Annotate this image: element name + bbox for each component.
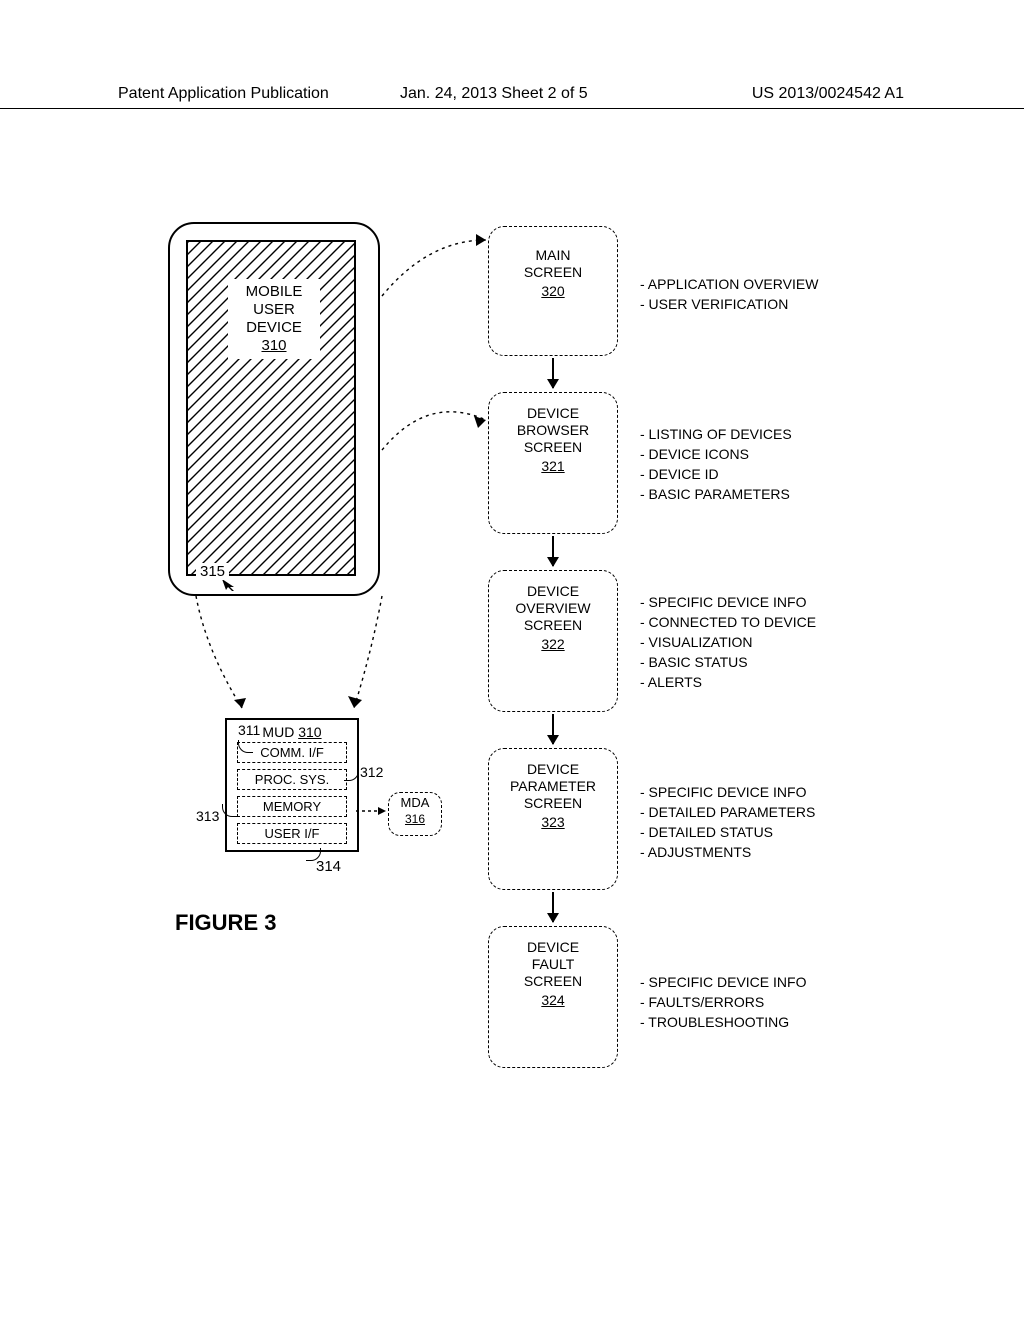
callout-to-main-screen (378, 230, 498, 310)
mud-num-311: 311 (238, 722, 260, 738)
screen-l2: BROWSER (517, 422, 589, 438)
header-right: US 2013/0024542 A1 (752, 85, 904, 103)
screen-ref: 324 (489, 992, 617, 1009)
note-item: - ADJUSTMENTS (640, 842, 815, 862)
notes-main-screen: - APPLICATION OVERVIEW - USER VERIFICATI… (640, 274, 818, 314)
mobile-label-l1: MOBILE (246, 283, 303, 300)
flow-arrow-icon (552, 358, 554, 388)
note-item: - DEVICE ICONS (640, 444, 792, 464)
mobile-ref: 310 (261, 337, 286, 354)
mda-ref: 316 (405, 812, 425, 826)
mud-num-312: 312 (360, 764, 383, 780)
mobile-label-l3: DEVICE (246, 319, 302, 336)
mud-row-comm: COMM. I/F (237, 742, 347, 763)
notes-fault-screen: - SPECIFIC DEVICE INFO - FAULTS/ERRORS -… (640, 972, 806, 1032)
screen-l2: PARAMETER (510, 778, 596, 794)
screen-l1: DEVICE (527, 761, 579, 777)
note-item: - DEVICE ID (640, 464, 792, 484)
note-item: - DETAILED STATUS (640, 822, 815, 842)
mud-num-313: 313 (196, 808, 219, 824)
browser-screen-box: DEVICE BROWSER SCREEN 321 (488, 392, 618, 534)
header-mid: Jan. 24, 2013 Sheet 2 of 5 (400, 85, 588, 103)
screen-l1: DEVICE (527, 405, 579, 421)
patent-figure-page: Patent Application Publication Jan. 24, … (0, 0, 1024, 1320)
mud-title-ref: 310 (298, 724, 321, 740)
screen-ref: 323 (489, 814, 617, 831)
note-item: - VISUALIZATION (640, 632, 816, 652)
screen-l1: MAIN (536, 247, 571, 263)
mobile-device-label: MOBILE USER DEVICE 310 (228, 279, 320, 359)
flow-arrow-icon (552, 892, 554, 922)
callout-line-right (286, 590, 426, 720)
overview-screen-box: DEVICE OVERVIEW SCREEN 322 (488, 570, 618, 712)
connector-mda (356, 806, 392, 816)
mud-row-proc: PROC. SYS. (237, 769, 347, 790)
screen-ref: 322 (489, 636, 617, 653)
mud-row-memory: MEMORY (237, 796, 347, 817)
screen-l3: SCREEN (524, 617, 582, 633)
screen-l2: SCREEN (524, 264, 582, 280)
mda-block: MDA 316 (388, 792, 442, 836)
flow-arrow-icon (552, 714, 554, 744)
note-item: - SPECIFIC DEVICE INFO (640, 592, 816, 612)
note-item: - CONNECTED TO DEVICE (640, 612, 816, 632)
notes-parameter-screen: - SPECIFIC DEVICE INFO - DETAILED PARAME… (640, 782, 815, 862)
screen-l1: DEVICE (527, 939, 579, 955)
note-item: - FAULTS/ERRORS (640, 992, 806, 1012)
screen-ref: 320 (489, 283, 617, 300)
mud-num-314: 314 (316, 858, 341, 875)
note-item: - TROUBLESHOOTING (640, 1012, 806, 1032)
screen-l2: FAULT (532, 956, 575, 972)
screen-l3: SCREEN (524, 439, 582, 455)
mobile-device-outline: MOBILE USER DEVICE 310 315 (168, 222, 380, 596)
parameter-screen-box: DEVICE PARAMETER SCREEN 323 (488, 748, 618, 890)
screen-l3: SCREEN (524, 973, 582, 989)
note-item: - ALERTS (640, 672, 816, 692)
note-item: - USER VERIFICATION (640, 294, 818, 314)
mobile-pointer-ref: 315 (196, 563, 229, 580)
callout-to-browser-screen (378, 380, 498, 460)
flow-arrow-icon (552, 536, 554, 566)
header-left: Patent Application Publication (118, 85, 329, 103)
mobile-label-l2: USER (253, 301, 295, 318)
mud-title-text: MUD (262, 724, 294, 740)
note-item: - BASIC STATUS (640, 652, 816, 672)
fault-screen-box: DEVICE FAULT SCREEN 324 (488, 926, 618, 1068)
main-screen-box: MAIN SCREEN 320 (488, 226, 618, 356)
figure-title: FIGURE 3 (175, 910, 276, 936)
note-item: - APPLICATION OVERVIEW (640, 274, 818, 294)
note-item: - SPECIFIC DEVICE INFO (640, 972, 806, 992)
note-item: - SPECIFIC DEVICE INFO (640, 782, 815, 802)
header-rule (0, 108, 1024, 109)
screen-l2: OVERVIEW (515, 600, 590, 616)
mud-block: MUD 310 COMM. I/F PROC. SYS. MEMORY USER… (225, 718, 359, 852)
mud-row-userif: USER I/F (237, 823, 347, 844)
screen-ref: 321 (489, 458, 617, 475)
note-item: - BASIC PARAMETERS (640, 484, 792, 504)
notes-overview-screen: - SPECIFIC DEVICE INFO - CONNECTED TO DE… (640, 592, 816, 692)
screen-l3: SCREEN (524, 795, 582, 811)
note-item: - DETAILED PARAMETERS (640, 802, 815, 822)
note-item: - LISTING OF DEVICES (640, 424, 792, 444)
mda-label: MDA (401, 795, 430, 810)
screen-l1: DEVICE (527, 583, 579, 599)
notes-browser-screen: - LISTING OF DEVICES - DEVICE ICONS - DE… (640, 424, 792, 504)
